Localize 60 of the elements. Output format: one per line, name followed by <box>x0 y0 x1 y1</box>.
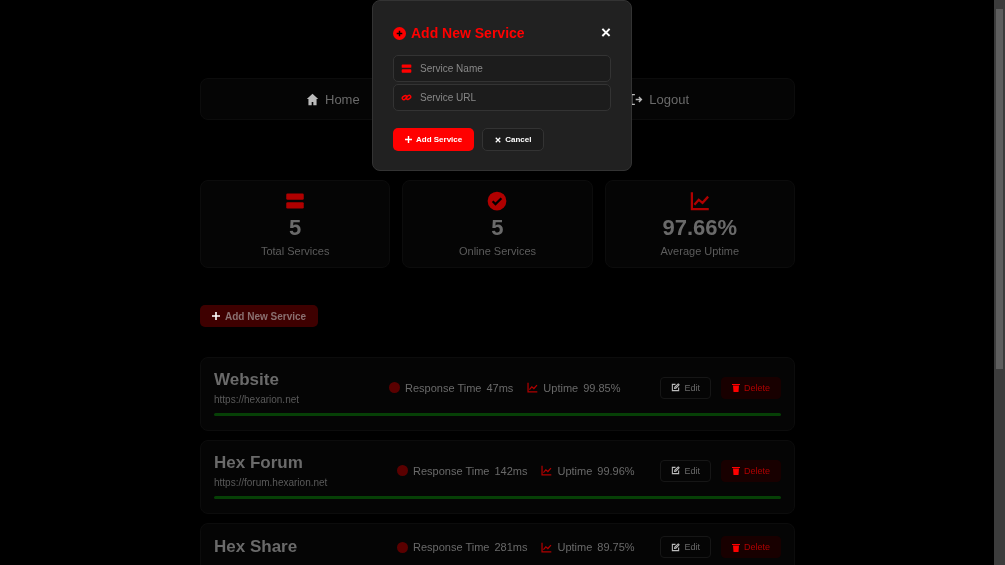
nav-link[interactable]: Home <box>306 91 360 107</box>
metric-value: 142ms <box>494 464 528 477</box>
metric-value: 99.85% <box>583 381 621 394</box>
scrollbar[interactable] <box>994 0 1005 565</box>
metric-value: 89.75% <box>597 541 635 553</box>
edit-icon <box>671 383 681 392</box>
service-url: https://hexarion.net <box>214 394 301 405</box>
line-chart-icon <box>541 465 553 476</box>
home-icon <box>306 92 319 106</box>
line-chart-icon <box>527 382 539 393</box>
metric-value: 99.96% <box>597 464 635 477</box>
stopwatch-icon <box>397 541 408 553</box>
close-button[interactable]: × <box>601 23 611 43</box>
stat-value: 97.66% <box>662 215 738 241</box>
edit-button[interactable]: Edit <box>660 536 711 558</box>
edit-button[interactable]: Edit <box>660 376 711 399</box>
service-name: Website <box>214 370 280 390</box>
close-icon <box>495 136 502 143</box>
service-name: Hex Forum <box>214 453 304 473</box>
line-chart-icon <box>541 541 553 553</box>
trash-icon <box>732 383 740 392</box>
metric-label: Response Time <box>413 464 490 477</box>
metric-value: 47ms <box>486 381 514 394</box>
add-service-button[interactable]: Add Service <box>393 128 475 151</box>
metric-value: 281ms <box>494 541 528 553</box>
stopwatch-icon <box>389 382 400 393</box>
logout-icon <box>630 92 644 106</box>
service-name: Hex Share <box>214 537 299 557</box>
edit-icon <box>671 466 681 475</box>
service-url: https://forum.hexarion.net <box>214 477 329 488</box>
cancel-button[interactable]: Cancel <box>482 128 545 151</box>
metric-label: Response Time <box>405 381 482 394</box>
metric-label: Uptime <box>557 541 593 553</box>
delete-button[interactable]: Delete <box>721 376 781 399</box>
dialog-title: Add New Service <box>411 25 525 41</box>
nav-link[interactable]: Logout <box>630 91 689 107</box>
metric-label: Uptime <box>557 464 593 477</box>
stat-label: Online Services <box>458 245 536 257</box>
stat-value: 5 <box>289 215 302 241</box>
stat-value: 5 <box>491 215 504 241</box>
plus-circle-icon <box>393 26 406 40</box>
add-service-button[interactable]: Add New Service <box>200 305 319 327</box>
input-field[interactable]: Service Name <box>393 55 611 82</box>
input-field[interactable]: Service URL <box>393 84 611 111</box>
trash-icon <box>732 542 740 552</box>
line-chart-icon <box>689 191 710 211</box>
stat-label: Total Services <box>260 245 330 257</box>
delete-button[interactable]: Delete <box>721 536 781 558</box>
server-icon <box>285 191 306 211</box>
stopwatch-icon <box>397 465 408 476</box>
edit-icon <box>671 542 681 552</box>
plus-icon <box>212 312 220 320</box>
trash-icon <box>732 466 740 475</box>
check-circle-icon <box>487 191 508 211</box>
stat-label: Average Uptime <box>660 245 740 257</box>
metric-label: Response Time <box>413 541 490 553</box>
plus-icon <box>405 136 412 143</box>
metric-label: Uptime <box>543 381 579 394</box>
edit-button[interactable]: Edit <box>660 459 711 482</box>
delete-button[interactable]: Delete <box>721 459 781 482</box>
